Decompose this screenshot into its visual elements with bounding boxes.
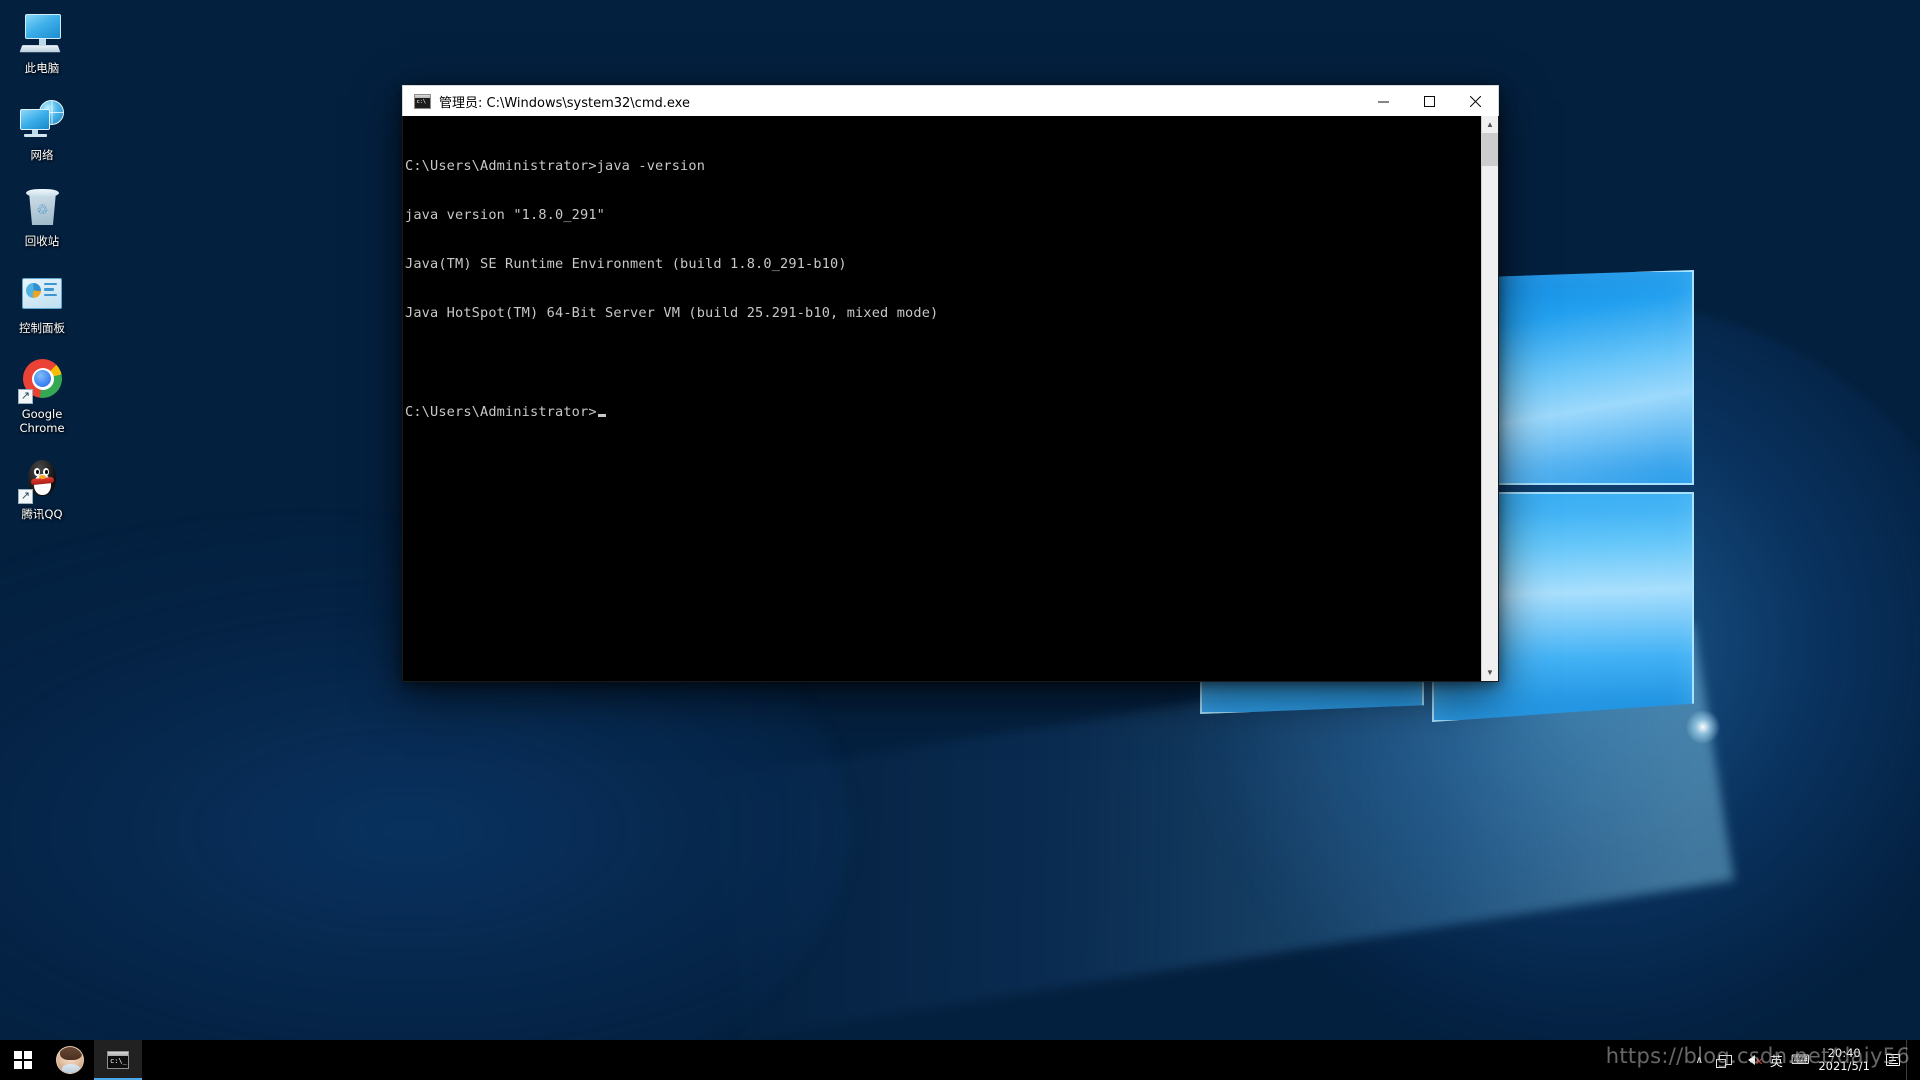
system-tray: ∧ ✕ 英 ⌨ 20:40 2021/5/1 xyxy=(1686,1040,1920,1080)
scrollbar-thumb[interactable] xyxy=(1482,133,1498,166)
shortcut-arrow-icon: ↗ xyxy=(18,389,33,404)
taskbar-item-command-prompt[interactable] xyxy=(94,1040,142,1080)
console-prompt-line: C:\Users\Administrator> xyxy=(405,404,1481,420)
desktop-icon-label: 腾讯QQ xyxy=(21,507,63,521)
desktop-icon-label: 控制面板 xyxy=(19,320,65,335)
taskbar[interactable]: ∧ ✕ 英 ⌨ 20:40 2021/5/1 xyxy=(0,1040,1920,1080)
network-icon xyxy=(18,97,66,145)
google-chrome-icon: ↗ xyxy=(18,356,66,404)
control-panel-icon xyxy=(18,270,66,318)
desktop-icon-control-panel[interactable]: 控制面板 xyxy=(4,266,80,342)
recycle-bin-icon: ♲ xyxy=(18,183,66,231)
console-text: C:\Users\Administrator>java -version jav… xyxy=(405,125,1481,453)
network-tray-icon[interactable] xyxy=(1712,1040,1738,1080)
minimize-button[interactable] xyxy=(1360,86,1406,117)
maximize-button[interactable] xyxy=(1406,86,1452,117)
scrollbar-up-arrow[interactable]: ▲ xyxy=(1482,116,1498,133)
desktop-icon-google-chrome[interactable]: ↗ Google Chrome xyxy=(4,352,80,441)
desktop[interactable]: 此电脑 网络 ♲ 回收站 控制面板 ↗ Google Chrome ↗ 腾讯QQ… xyxy=(0,0,1920,1080)
cmd-console-icon xyxy=(414,93,431,109)
close-button[interactable] xyxy=(1452,86,1498,117)
console-output-area[interactable]: C:\Users\Administrator>java -version jav… xyxy=(403,116,1481,681)
show-hidden-icons-button[interactable]: ∧ xyxy=(1686,1040,1712,1080)
desktop-icon-label: 此电脑 xyxy=(24,61,60,75)
console-line: Java HotSpot(TM) 64-Bit Server VM (build… xyxy=(405,305,939,322)
console-prompt: C:\Users\Administrator> xyxy=(405,403,597,420)
start-button[interactable] xyxy=(0,1040,46,1080)
volume-muted-icon[interactable]: ✕ xyxy=(1738,1040,1764,1080)
show-desktop-button[interactable] xyxy=(1906,1040,1914,1080)
wallpaper-light-beam xyxy=(705,623,1735,1037)
desktop-icon-label: 回收站 xyxy=(24,234,60,248)
action-center-icon[interactable] xyxy=(1880,1040,1906,1080)
desktop-icon-list: 此电脑 网络 ♲ 回收站 控制面板 ↗ Google Chrome ↗ 腾讯QQ xyxy=(4,6,80,539)
keyboard-icon[interactable]: ⌨ xyxy=(1788,1040,1812,1080)
desktop-icon-this-pc[interactable]: 此电脑 xyxy=(4,6,80,82)
desktop-icon-label: 网络 xyxy=(30,147,54,162)
window-title: 管理员: C:\Windows\system32\cmd.exe xyxy=(439,95,690,111)
console-cursor xyxy=(597,414,606,417)
avatar-icon xyxy=(56,1046,84,1074)
console-line: java version "1.8.0_291" xyxy=(405,207,606,224)
window-titlebar[interactable]: 管理员: C:\Windows\system32\cmd.exe xyxy=(402,85,1499,116)
this-pc-icon xyxy=(18,10,66,58)
scrollbar-track[interactable] xyxy=(1482,133,1498,664)
shortcut-arrow-icon: ↗ xyxy=(18,489,33,504)
clock-date: 2021/5/1 xyxy=(1818,1059,1870,1073)
scrollbar-down-arrow[interactable]: ▼ xyxy=(1482,664,1498,681)
command-prompt-window[interactable]: 管理员: C:\Windows\system32\cmd.exe C:\User… xyxy=(402,85,1499,682)
window-body: C:\Users\Administrator>java -version jav… xyxy=(402,116,1499,682)
taskbar-clock[interactable]: 20:40 2021/5/1 xyxy=(1812,1040,1880,1080)
cmd-console-icon xyxy=(107,1051,129,1069)
console-scrollbar[interactable]: ▲ ▼ xyxy=(1481,116,1498,681)
console-line: Java(TM) SE Runtime Environment (build 1… xyxy=(405,256,847,273)
desktop-icon-recycle-bin[interactable]: ♲ 回收站 xyxy=(4,179,80,255)
desktop-icon-network[interactable]: 网络 xyxy=(4,93,80,169)
console-line: C:\Users\Administrator>java -version xyxy=(405,157,706,174)
desktop-icon-label: Google Chrome xyxy=(19,407,65,435)
desktop-icon-tencent-qq[interactable]: ↗ 腾讯QQ xyxy=(4,452,80,528)
taskbar-item-cortana-search[interactable] xyxy=(46,1040,94,1080)
ime-language-icon[interactable]: 英 xyxy=(1764,1040,1788,1080)
wallpaper-sparkle-bottom xyxy=(1686,710,1720,744)
window-controls xyxy=(1360,86,1498,117)
windows-logo-icon xyxy=(14,1051,32,1069)
tencent-qq-icon: ↗ xyxy=(18,456,66,504)
